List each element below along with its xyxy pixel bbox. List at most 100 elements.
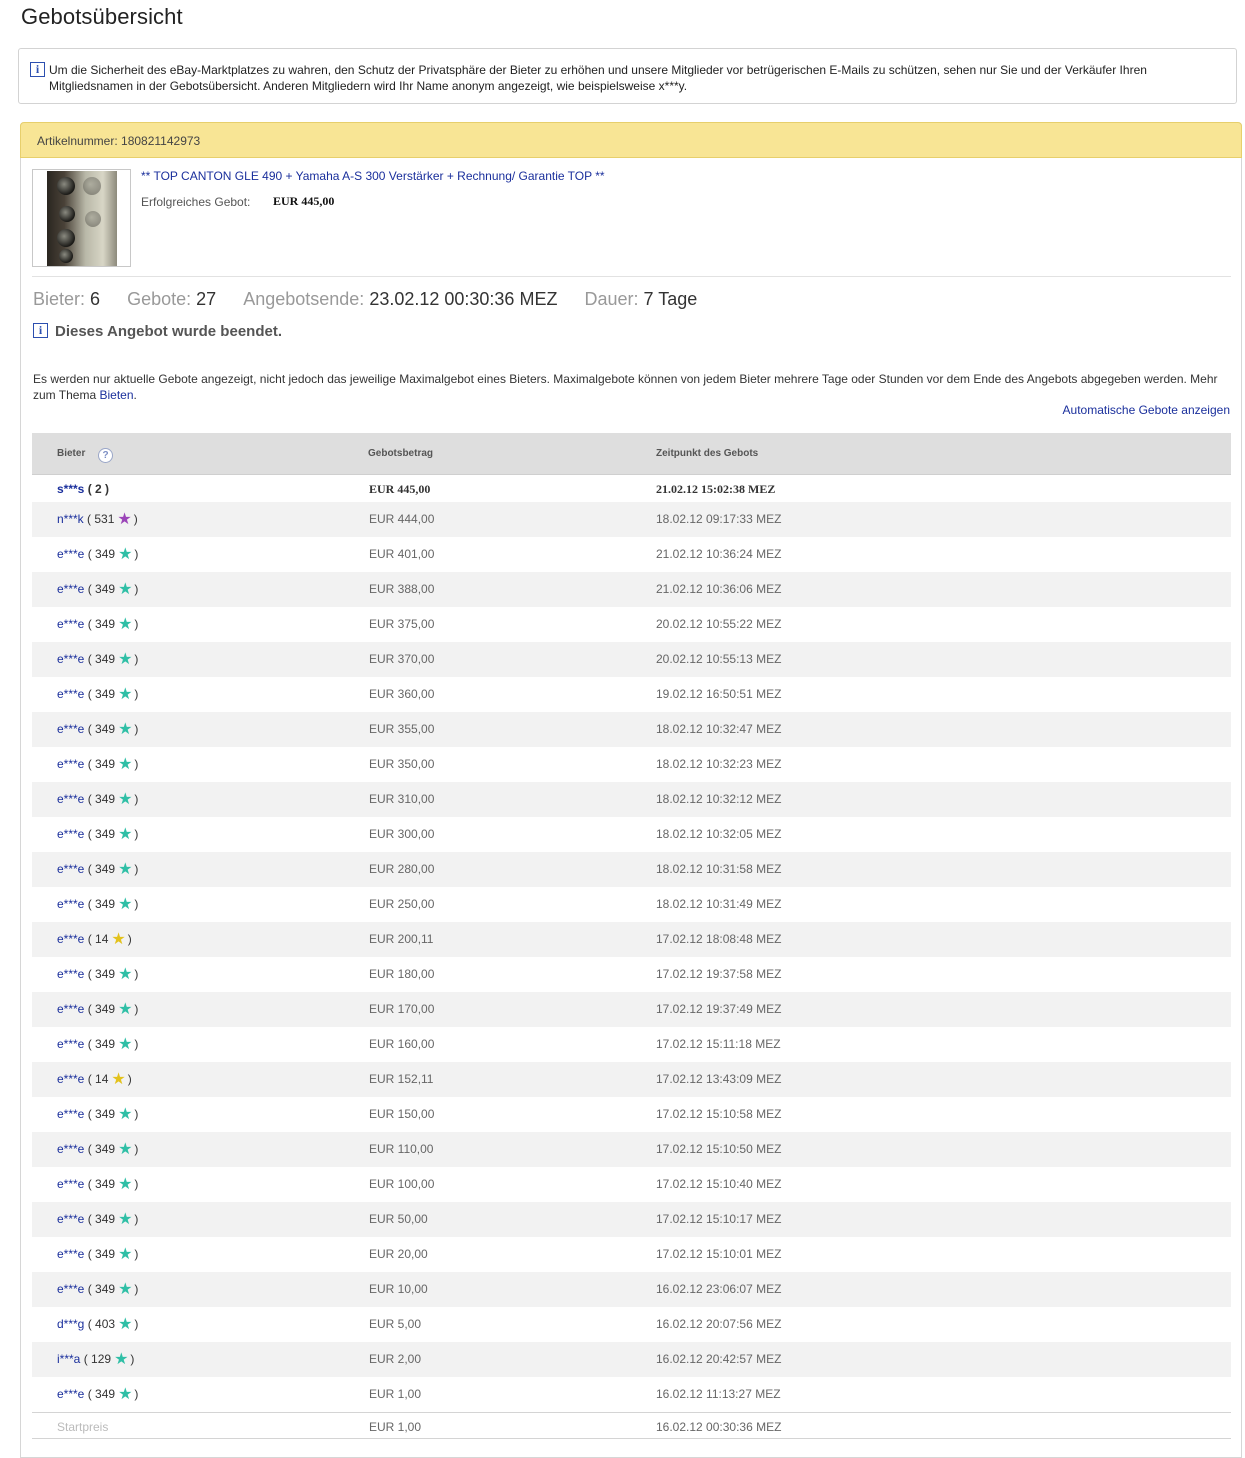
bidder-name-link[interactable]: e***e — [57, 1282, 84, 1296]
teal-star-icon[interactable]: ★ — [118, 1282, 132, 1298]
bidder-name-link[interactable]: e***e — [57, 1037, 84, 1051]
feedback-score[interactable]: 349 — [95, 582, 115, 596]
bidder-name-link[interactable]: e***e — [57, 932, 84, 946]
feedback-score[interactable]: 349 — [95, 722, 115, 736]
teal-star-icon[interactable]: ★ — [118, 1107, 132, 1123]
bidding-help-link[interactable]: Bieten — [99, 388, 133, 402]
item-thumbnail[interactable] — [32, 169, 131, 267]
teal-star-icon[interactable]: ★ — [118, 792, 132, 808]
bidder-cell: e***e ( 349 ★) — [57, 1141, 139, 1158]
bidder-name-link[interactable]: e***e — [57, 827, 84, 841]
bidder-name-link[interactable]: e***e — [57, 1212, 84, 1226]
yellow-star-icon[interactable]: ★ — [111, 932, 125, 948]
header-time: Zeitpunkt des Gebots — [656, 448, 759, 459]
bidder-cell: e***e ( 349 ★) — [57, 791, 139, 808]
bid-amount: EUR 110,00 — [369, 1142, 434, 1156]
bid-amount: EUR 200,11 — [369, 932, 434, 946]
bidder-name-link[interactable]: e***e — [57, 1387, 84, 1401]
item-number-label: Artikelnummer: — [37, 134, 118, 148]
feedback-score[interactable]: 349 — [95, 1107, 115, 1121]
teal-star-icon[interactable]: ★ — [118, 1212, 132, 1228]
show-automatic-bids-link[interactable]: Automatische Gebote anzeigen — [1063, 403, 1230, 417]
bidder-name-link[interactable]: e***e — [57, 547, 84, 561]
feedback-score[interactable]: 349 — [95, 862, 115, 876]
bidder-name-link[interactable]: e***e — [57, 757, 84, 771]
feedback-score[interactable]: 349 — [95, 617, 115, 631]
teal-star-icon[interactable]: ★ — [118, 687, 132, 703]
feedback-score[interactable]: 349 — [95, 1002, 115, 1016]
bid-amount: EUR 300,00 — [369, 827, 435, 841]
bid-amount: EUR 445,00 — [369, 482, 431, 496]
teal-star-icon[interactable]: ★ — [118, 652, 132, 668]
feedback-score[interactable]: 349 — [95, 897, 115, 911]
teal-star-icon[interactable]: ★ — [118, 862, 132, 878]
bidder-name-link[interactable]: i***a — [57, 1352, 80, 1366]
feedback-score[interactable]: 349 — [95, 967, 115, 981]
item-title-link[interactable]: ** TOP CANTON GLE 490 + Yamaha A-S 300 V… — [141, 169, 605, 183]
bidder-name-link[interactable]: e***e — [57, 1107, 84, 1121]
bidder-name-link[interactable]: d***g — [57, 1317, 84, 1331]
feedback-score[interactable]: 349 — [95, 547, 115, 561]
feedback-score[interactable]: 129 — [91, 1352, 111, 1366]
bidder-name-link[interactable]: e***e — [57, 652, 84, 666]
feedback-score[interactable]: 349 — [95, 652, 115, 666]
feedback-score[interactable]: 349 — [95, 1387, 115, 1401]
bidder-name-link[interactable]: e***e — [57, 792, 84, 806]
bid-amount: EUR 388,00 — [369, 582, 435, 596]
bidder-name-link[interactable]: e***e — [57, 1002, 84, 1016]
feedback-score[interactable]: 349 — [95, 1177, 115, 1191]
teal-star-icon[interactable]: ★ — [118, 1037, 132, 1053]
feedback-score[interactable]: 349 — [95, 687, 115, 701]
teal-star-icon[interactable]: ★ — [118, 1177, 132, 1193]
feedback-score[interactable]: 349 — [95, 792, 115, 806]
yellow-star-icon[interactable]: ★ — [111, 1072, 125, 1088]
feedback-score[interactable]: 349 — [95, 757, 115, 771]
bid-time: 17.02.12 13:43:09 MEZ — [656, 1072, 782, 1086]
feedback-score[interactable]: 349 — [95, 1037, 115, 1051]
bidder-name-link[interactable]: s***s — [57, 482, 84, 496]
stat-bids: Gebote: 27 — [127, 289, 217, 309]
help-icon[interactable]: ? — [98, 448, 113, 463]
feedback-score[interactable]: 14 — [95, 932, 108, 946]
teal-star-icon[interactable]: ★ — [118, 1247, 132, 1263]
bidder-name-link[interactable]: e***e — [57, 1177, 84, 1191]
teal-star-icon[interactable]: ★ — [118, 1387, 132, 1403]
bidder-name-link[interactable]: e***e — [57, 582, 84, 596]
teal-star-icon[interactable]: ★ — [118, 1317, 132, 1333]
bidder-name-link[interactable]: e***e — [57, 897, 84, 911]
feedback-score[interactable]: 349 — [95, 1212, 115, 1226]
feedback-score[interactable]: 349 — [95, 1142, 115, 1156]
bidder-name-link[interactable]: e***e — [57, 1072, 84, 1086]
bidder-name-link[interactable]: e***e — [57, 862, 84, 876]
teal-star-icon[interactable]: ★ — [118, 757, 132, 773]
bid-amount: EUR 250,00 — [369, 897, 435, 911]
feedback-score[interactable]: 14 — [95, 1072, 108, 1086]
bidder-name-link[interactable]: e***e — [57, 617, 84, 631]
teal-star-icon[interactable]: ★ — [118, 897, 132, 913]
teal-star-icon[interactable]: ★ — [118, 722, 132, 738]
feedback-score[interactable]: 403 — [95, 1317, 115, 1331]
feedback-score[interactable]: 531 — [94, 512, 114, 526]
feedback-score[interactable]: 2 — [95, 482, 102, 496]
bidder-name-link[interactable]: e***e — [57, 1142, 84, 1156]
bidder-name-link[interactable]: e***e — [57, 1247, 84, 1261]
teal-star-icon[interactable]: ★ — [118, 617, 132, 633]
feedback-score[interactable]: 349 — [95, 827, 115, 841]
bidder-name-link[interactable]: e***e — [57, 722, 84, 736]
teal-star-icon[interactable]: ★ — [118, 582, 132, 598]
teal-star-icon[interactable]: ★ — [118, 1142, 132, 1158]
bidder-name-link[interactable]: e***e — [57, 967, 84, 981]
teal-star-icon[interactable]: ★ — [118, 1002, 132, 1018]
winning-bid-label: Erfolgreiches Gebot: — [141, 195, 251, 209]
speaker-image — [47, 171, 117, 266]
teal-star-icon[interactable]: ★ — [118, 547, 132, 563]
item-number: 180821142973 — [121, 134, 201, 148]
teal-star-icon[interactable]: ★ — [118, 967, 132, 983]
purple-star-icon[interactable]: ★ — [117, 512, 131, 528]
teal-star-icon[interactable]: ★ — [118, 827, 132, 843]
teal-star-icon[interactable]: ★ — [114, 1352, 128, 1368]
bidder-name-link[interactable]: n***k — [57, 512, 84, 526]
bidder-name-link[interactable]: e***e — [57, 687, 84, 701]
feedback-score[interactable]: 349 — [95, 1247, 115, 1261]
feedback-score[interactable]: 349 — [95, 1282, 115, 1296]
